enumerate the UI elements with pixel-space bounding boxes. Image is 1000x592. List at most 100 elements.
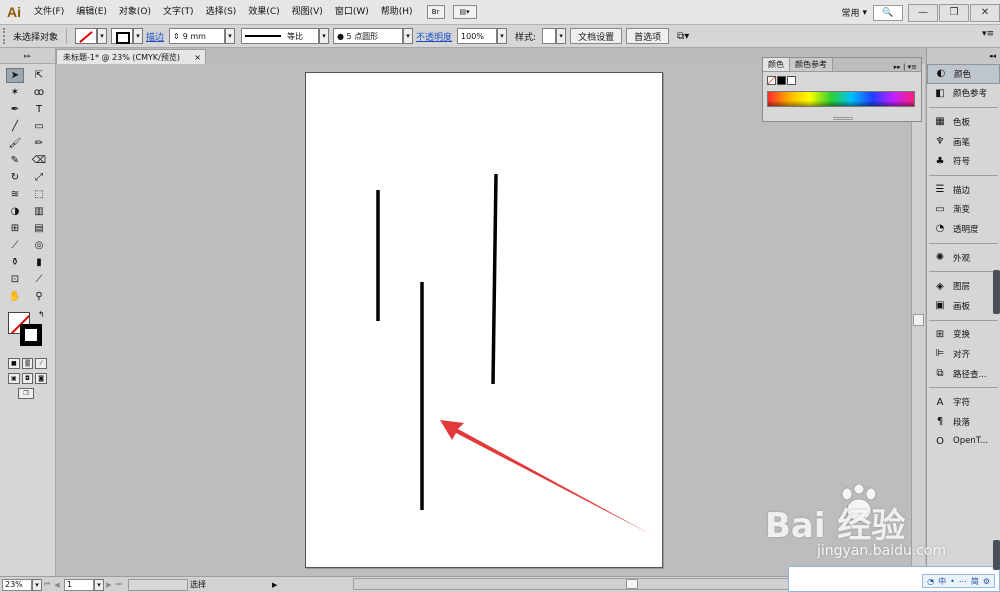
menu-edit[interactable]: 编辑(E) bbox=[70, 0, 113, 25]
artboard[interactable] bbox=[305, 72, 663, 568]
opacity-input[interactable]: 100% bbox=[457, 28, 498, 44]
dock-item-color-guide[interactable]: ◧ 颜色参考 bbox=[927, 84, 1000, 104]
minimize-button[interactable]: — bbox=[908, 3, 938, 22]
brush-definition[interactable]: ● 5 点圆形 bbox=[333, 28, 404, 44]
rotate-tool-icon[interactable]: ↻ bbox=[6, 170, 24, 185]
dock-item-brushes[interactable]: ♆ 画笔 bbox=[927, 132, 1000, 152]
close-tab-icon[interactable]: × bbox=[194, 53, 201, 62]
selection-tool-icon[interactable]: ➤ bbox=[6, 68, 24, 83]
menu-effect[interactable]: 效果(C) bbox=[242, 0, 285, 25]
magic-wand-tool-icon[interactable]: ✶ bbox=[6, 85, 24, 100]
dock-item-transform[interactable]: ⊞ 变换 bbox=[927, 325, 1000, 345]
opacity-panel-link[interactable]: 不透明度 bbox=[413, 30, 455, 43]
width-tool-icon[interactable]: ≋ bbox=[6, 187, 24, 202]
none-swatch[interactable] bbox=[767, 76, 776, 85]
dock-item-transparency[interactable]: ◔ 透明度 bbox=[927, 219, 1000, 239]
eraser-tool-icon[interactable]: ⌫ bbox=[30, 153, 48, 168]
document-setup-button[interactable]: 文档设置 bbox=[570, 28, 623, 44]
color-mode-icon[interactable]: ■ bbox=[8, 358, 20, 369]
workspace-switcher[interactable]: 常用 ▾ bbox=[835, 6, 873, 20]
rectangle-tool-icon[interactable]: ▭ bbox=[30, 119, 48, 134]
dock-item-layers[interactable]: ◈ 图层 bbox=[927, 276, 1000, 296]
stroke-weight-input[interactable]: ⇕ 9 mm bbox=[169, 28, 226, 44]
resize-grip-icon[interactable] bbox=[833, 117, 853, 120]
help-search-input[interactable]: 🔍 bbox=[873, 4, 903, 21]
first-artboard-icon[interactable]: ⏮ bbox=[42, 580, 52, 589]
perspective-grid-tool-icon[interactable]: ▥ bbox=[30, 204, 48, 219]
ime-item[interactable]: ⚙ bbox=[983, 577, 990, 586]
zoom-tool-icon[interactable]: ⚲ bbox=[30, 289, 48, 304]
vertical-scrollbar[interactable]: ▲ ▼ bbox=[911, 64, 925, 576]
canvas-area[interactable] bbox=[56, 64, 911, 576]
none-mode-icon[interactable]: ⁄ bbox=[35, 358, 48, 369]
menu-type[interactable]: 文字(T) bbox=[157, 0, 200, 25]
stroke-color-box[interactable] bbox=[20, 324, 42, 346]
hand-tool-icon[interactable]: ✋ bbox=[6, 289, 24, 304]
dock-item-palette[interactable]: ◐ 颜色 bbox=[927, 64, 1000, 84]
color-spectrum[interactable] bbox=[767, 91, 915, 107]
tab-document[interactable]: 未标题-1* @ 23% (CMYK/预览) × bbox=[56, 49, 206, 64]
dock-item-character[interactable]: A 字符 bbox=[927, 392, 1000, 412]
draw-behind-icon[interactable]: ◘ bbox=[21, 373, 34, 384]
slice-tool-icon[interactable]: ⟋ bbox=[30, 272, 48, 287]
dock-item-swatches[interactable]: ▦ 色板 bbox=[927, 112, 1000, 132]
chevron-down-icon[interactable]: ▾ bbox=[97, 28, 108, 44]
status-menu-icon[interactable]: ▶ bbox=[272, 581, 277, 589]
screen-mode-icon[interactable]: ❐ bbox=[18, 388, 34, 399]
draw-inside-icon[interactable]: ◙ bbox=[35, 373, 48, 384]
menu-window[interactable]: 窗口(W) bbox=[329, 0, 375, 25]
direct-selection-tool-icon[interactable]: ⇱ bbox=[30, 68, 48, 83]
artboard-number-input[interactable]: 1 bbox=[64, 578, 94, 591]
chevron-down-icon[interactable]: ▾ bbox=[319, 28, 330, 44]
scale-tool-icon[interactable]: ⤢ bbox=[30, 170, 48, 185]
shape-builder-tool-icon[interactable]: ◑ bbox=[6, 204, 24, 219]
variable-width-profile[interactable]: 等比 bbox=[241, 28, 320, 44]
next-artboard-icon[interactable]: ▶ bbox=[104, 581, 114, 589]
stepper-icon[interactable]: ⇕ bbox=[173, 32, 180, 41]
ime-item[interactable]: ⋯ bbox=[959, 577, 967, 586]
gradient-tool-icon[interactable]: ▤ bbox=[30, 221, 48, 236]
dock-item-align[interactable]: ⊫ 对齐 bbox=[927, 344, 1000, 364]
gradient-mode-icon[interactable]: ▒ bbox=[21, 358, 34, 369]
last-artboard-icon[interactable]: ⏭ bbox=[114, 580, 124, 589]
blob-brush-tool-icon[interactable]: ✎ bbox=[6, 153, 24, 168]
column-graph-tool-icon[interactable]: ▮ bbox=[30, 255, 48, 270]
dock-item-artboards[interactable]: ▣ 画板 bbox=[927, 296, 1000, 316]
chevron-down-icon[interactable]: ▾ bbox=[94, 578, 104, 591]
dock-item-pathfinder[interactable]: ⧉ 路径查... bbox=[927, 364, 1000, 384]
fill-swatch[interactable] bbox=[75, 28, 98, 44]
graphic-style-swatch[interactable] bbox=[542, 28, 557, 44]
symbol-sprayer-tool-icon[interactable]: ⚱ bbox=[6, 255, 24, 270]
dock-item-paragraph[interactable]: ¶ 段落 bbox=[927, 412, 1000, 432]
panel-menu-icon[interactable]: ▾≡ bbox=[982, 29, 994, 39]
menu-file[interactable]: 文件(F) bbox=[28, 0, 70, 25]
restore-button[interactable]: ❐ bbox=[939, 3, 969, 22]
paintbrush-tool-icon[interactable]: 🖌 bbox=[6, 136, 24, 151]
chevron-down-icon[interactable]: ▾ bbox=[225, 28, 236, 44]
close-window-button[interactable]: ✕ bbox=[970, 3, 1000, 22]
dock-item-stroke[interactable]: ☰ 描边 bbox=[927, 180, 1000, 200]
blend-tool-icon[interactable]: ◎ bbox=[30, 238, 48, 253]
stroke-panel-link[interactable]: 描边 bbox=[143, 30, 167, 43]
ime-item[interactable]: 简 bbox=[971, 576, 979, 587]
dock-item-symbols[interactable]: ♣ 符号 bbox=[927, 151, 1000, 171]
white-swatch[interactable] bbox=[787, 76, 796, 85]
chevron-down-icon[interactable]: ▾ bbox=[497, 28, 508, 44]
menu-view[interactable]: 视图(V) bbox=[286, 0, 329, 25]
arrange-documents-button[interactable]: ▤▾ bbox=[452, 5, 477, 19]
vertical-scroll-thumb[interactable] bbox=[913, 314, 924, 326]
tab-color[interactable]: 颜色 bbox=[763, 58, 790, 71]
menu-select[interactable]: 选择(S) bbox=[200, 0, 243, 25]
chevron-down-icon[interactable]: ▾ bbox=[133, 28, 144, 44]
line-tool-icon[interactable]: ╱ bbox=[6, 119, 24, 134]
arrange-icon[interactable]: ⧉▾ bbox=[677, 31, 689, 42]
type-tool-icon[interactable]: T bbox=[30, 102, 48, 117]
panel-controls-icon[interactable]: ▸▸ | ▾≡ bbox=[894, 63, 921, 71]
black-swatch[interactable] bbox=[777, 76, 786, 85]
bridge-button[interactable]: Br bbox=[426, 5, 445, 19]
lasso-tool-icon[interactable]: ꝏ bbox=[30, 85, 48, 100]
pencil-tool-icon[interactable]: ✏ bbox=[30, 136, 48, 151]
menu-object[interactable]: 对象(O) bbox=[113, 0, 157, 25]
stroke-swatch[interactable] bbox=[111, 28, 134, 44]
horizontal-scroll-thumb[interactable] bbox=[626, 579, 638, 589]
